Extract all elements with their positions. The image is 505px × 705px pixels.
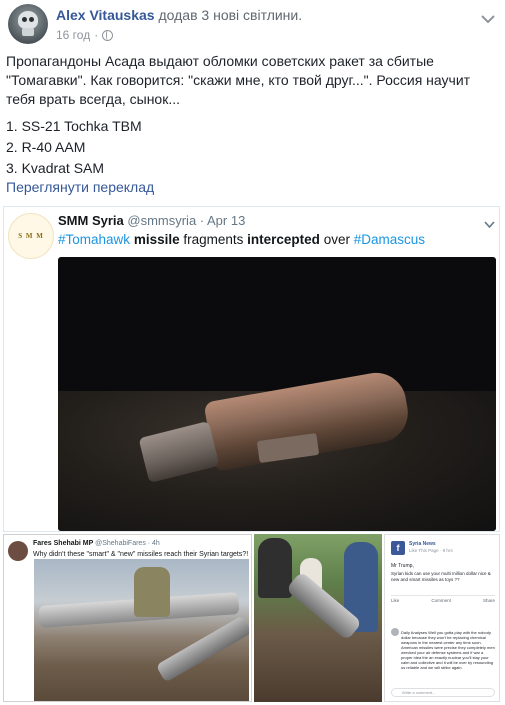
hashtag-damascus: #Damascus [353, 232, 426, 247]
tweet-photo[interactable]: S M M SMM Syria @smmsyria · Apr 13 #Toma… [3, 206, 500, 532]
ph1-avatar [8, 541, 28, 561]
author-line: Alex Vitauskas додав 3 нові світлини. [56, 7, 302, 23]
ph3-page-name: Syria News [409, 541, 436, 547]
photo-tweet-fares[interactable]: Fares Shehabi MP @ShehabiFares · 4h Why … [3, 534, 252, 702]
missile-wreck [155, 615, 249, 683]
skull-icon [18, 11, 38, 29]
post-body-text: Пропагандоны Асада выдают обломки советс… [6, 53, 471, 107]
tweet-word: missile [133, 232, 180, 247]
missile-fragment-photo [58, 257, 496, 531]
soldier-figure [134, 567, 170, 617]
ph3-actions: Like Comment Share [391, 595, 495, 603]
ph3-subtitle: Like This Page · 9 hrs [409, 548, 453, 553]
tweet-header: SMM Syria @smmsyria · Apr 13 [58, 213, 245, 228]
ph3-body: Syrian kids can use your multi million d… [391, 571, 491, 582]
avatar-jaw [22, 28, 34, 36]
post-header: Alex Vitauskas додав 3 нові світлини. 16… [6, 4, 499, 44]
author-avatar[interactable] [8, 4, 48, 44]
avatar-eye-right [29, 17, 34, 22]
photo-syria-news-post[interactable]: f Syria News Like This Page · 9 hrs Mr T… [384, 534, 500, 702]
tweet-word: over [323, 232, 350, 247]
person-figure [258, 538, 292, 598]
post-options-button[interactable] [479, 10, 497, 28]
author-action-text: додав 3 нові світлини. [158, 7, 303, 23]
tweet-author-name: SMM Syria [58, 213, 124, 228]
post-list: 1. SS-21 Tochka TBM 2. R-40 AAM 3. Kvadr… [6, 116, 406, 179]
ph3-comment: Comment [431, 598, 451, 603]
ph1-handle: @ShehabiFares · 4h [95, 540, 160, 547]
ph3-comment-avatar [391, 628, 399, 636]
ph3-like: Like [391, 598, 400, 603]
ph3-comment-input: Write a comment... [391, 688, 495, 697]
tweet-handle: @smmsyria · Apr 13 [127, 213, 246, 228]
tweet-chevron-down-icon [484, 215, 495, 233]
list-item: 3. Kvadrat SAM [6, 160, 105, 176]
post-meta: 16 год · [56, 28, 114, 42]
photo-kids-rocket[interactable] [254, 534, 382, 702]
avatar-eye-left [22, 17, 27, 22]
facebook-page-icon: f [391, 541, 405, 555]
tweet-avatar-text: S M M [18, 232, 44, 240]
ph1-text: Why didn't these "smart" & "new" missile… [33, 551, 249, 558]
ph1-missile-photo [34, 559, 249, 701]
dot-separator: · [94, 28, 99, 42]
tweet-text: #Tomahawk missile fragments intercepted … [58, 232, 425, 247]
hashtag-tomahawk: #Tomahawk [58, 232, 131, 247]
author-name-link[interactable]: Alex Vitauskas [56, 7, 155, 23]
tweet-avatar: S M M [8, 213, 54, 259]
ph1-author-name: Fares Shehabi MP [33, 540, 94, 547]
post-timestamp[interactable]: 16 год [56, 28, 90, 42]
list-item: 1. SS-21 Tochka TBM [6, 118, 142, 134]
photo-strip: Fares Shehabi MP @ShehabiFares · 4h Why … [3, 534, 500, 702]
ph3-salutation: Mr Trump, [391, 563, 414, 569]
ph3-share: Share [482, 598, 495, 603]
ph1-author: Fares Shehabi MP @ShehabiFares · 4h [33, 540, 160, 547]
ph3-comment-text: Daily Analyses Well you gotta play with … [401, 630, 495, 670]
chevron-down-icon [481, 15, 495, 23]
ph3-header: f Syria News Like This Page · 9 hrs [391, 541, 495, 561]
globe-icon[interactable] [102, 29, 114, 41]
tweet-word: fragments [183, 232, 244, 247]
tweet-word: intercepted [247, 232, 320, 247]
list-item: 2. R-40 AAM [6, 139, 86, 155]
see-translation-link[interactable]: Переглянути переклад [6, 179, 154, 195]
